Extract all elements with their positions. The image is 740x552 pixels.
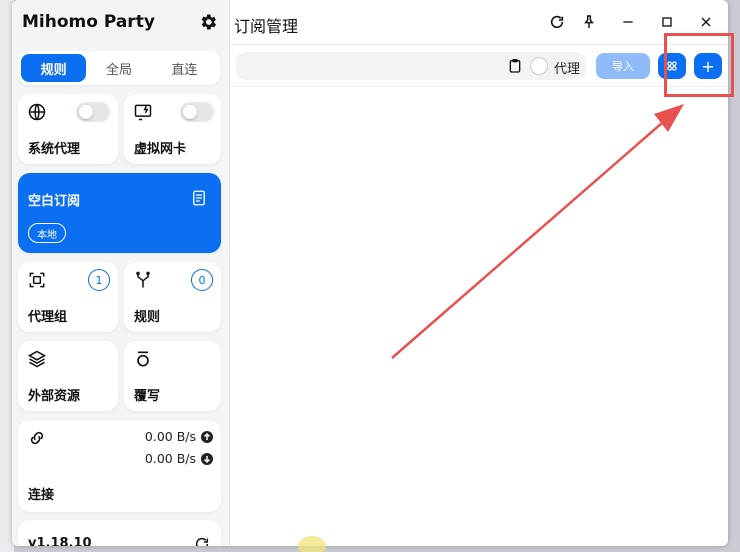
rules-card[interactable]: 0 规则: [124, 262, 221, 332]
version-label: v1.18.10: [28, 536, 92, 546]
proxy-checkbox-label: 代理: [554, 62, 581, 77]
external-resources-card[interactable]: 外部资源: [18, 341, 118, 411]
download-speed: 0.00 B/s: [145, 451, 213, 466]
link-icon: [30, 431, 44, 445]
system-proxy-toggle[interactable]: [76, 102, 110, 122]
connections-card[interactable]: 0.00 B/s 0.00 B/s 连接: [18, 420, 221, 512]
override-icon: [137, 351, 149, 367]
tab-rule-mode[interactable]: 规则: [21, 54, 87, 82]
local-badge: 本地: [28, 223, 66, 243]
app-window: Mihomo Party 规则 全局 直连 系统代理 虚拟网卡 空白订阅 本地 …: [12, 0, 728, 546]
override-card[interactable]: 覆写: [124, 341, 221, 411]
layers-icon: [27, 350, 47, 368]
import-button[interactable]: 导入: [596, 53, 650, 79]
subscription-label: 空白订阅: [28, 194, 81, 209]
subscription-card[interactable]: 空白订阅 本地: [18, 173, 221, 253]
upload-speed-value: 0.00 B/s: [144, 429, 196, 444]
arrow-up-icon: [201, 430, 213, 443]
title-divider: [230, 44, 728, 45]
virtual-nic-card[interactable]: 虚拟网卡: [124, 94, 221, 164]
rules-count: 0: [191, 269, 213, 291]
tab-direct-mode[interactable]: 直连: [152, 54, 217, 82]
gear-icon[interactable]: [198, 12, 218, 32]
network-card-icon: [134, 104, 152, 121]
close-icon[interactable]: [698, 14, 714, 30]
proxy-mode-tabs: 规则 全局 直连: [18, 51, 220, 85]
minimize-icon[interactable]: [620, 14, 636, 30]
version-card[interactable]: v1.18.10: [18, 520, 221, 546]
proxy-groups-count: 1: [88, 269, 110, 291]
upload-speed: 0.00 B/s: [145, 429, 213, 444]
brand-title: Mihomo Party: [22, 12, 155, 32]
system-proxy-label: 系统代理: [28, 142, 81, 157]
system-proxy-card[interactable]: 系统代理: [18, 94, 118, 164]
arrow-down-icon: [201, 452, 213, 465]
refresh-icon[interactable]: [194, 536, 210, 546]
external-resources-label: 外部资源: [28, 389, 81, 404]
rules-label: 规则: [134, 310, 161, 325]
annotation-highlight-box: [664, 33, 734, 97]
clipboard-icon[interactable]: [507, 58, 523, 74]
proxy-checkbox[interactable]: [530, 57, 548, 75]
branch-icon: [136, 271, 150, 288]
refresh-icon[interactable]: [549, 14, 565, 30]
page-title: 订阅管理: [234, 17, 299, 36]
tab-global-mode[interactable]: 全局: [86, 54, 151, 82]
proxy-groups-card[interactable]: 1 代理组: [18, 262, 118, 332]
proxy-groups-label: 代理组: [28, 310, 68, 325]
maximize-icon[interactable]: [659, 14, 675, 30]
connections-label: 连接: [28, 488, 55, 503]
pin-icon[interactable]: [581, 14, 597, 30]
globe-icon: [28, 103, 46, 121]
toolbar-divider: [230, 86, 728, 87]
scan-focus-icon: [29, 272, 45, 288]
cursor-highlight: [298, 536, 326, 552]
virtual-nic-label: 虚拟网卡: [134, 142, 187, 157]
sidebar: Mihomo Party 规则 全局 直连 系统代理 虚拟网卡 空白订阅 本地 …: [12, 0, 230, 546]
download-speed-value: 0.00 B/s: [144, 451, 196, 466]
override-label: 覆写: [134, 389, 161, 404]
document-icon: [193, 190, 205, 206]
virtual-nic-toggle[interactable]: [180, 102, 214, 122]
